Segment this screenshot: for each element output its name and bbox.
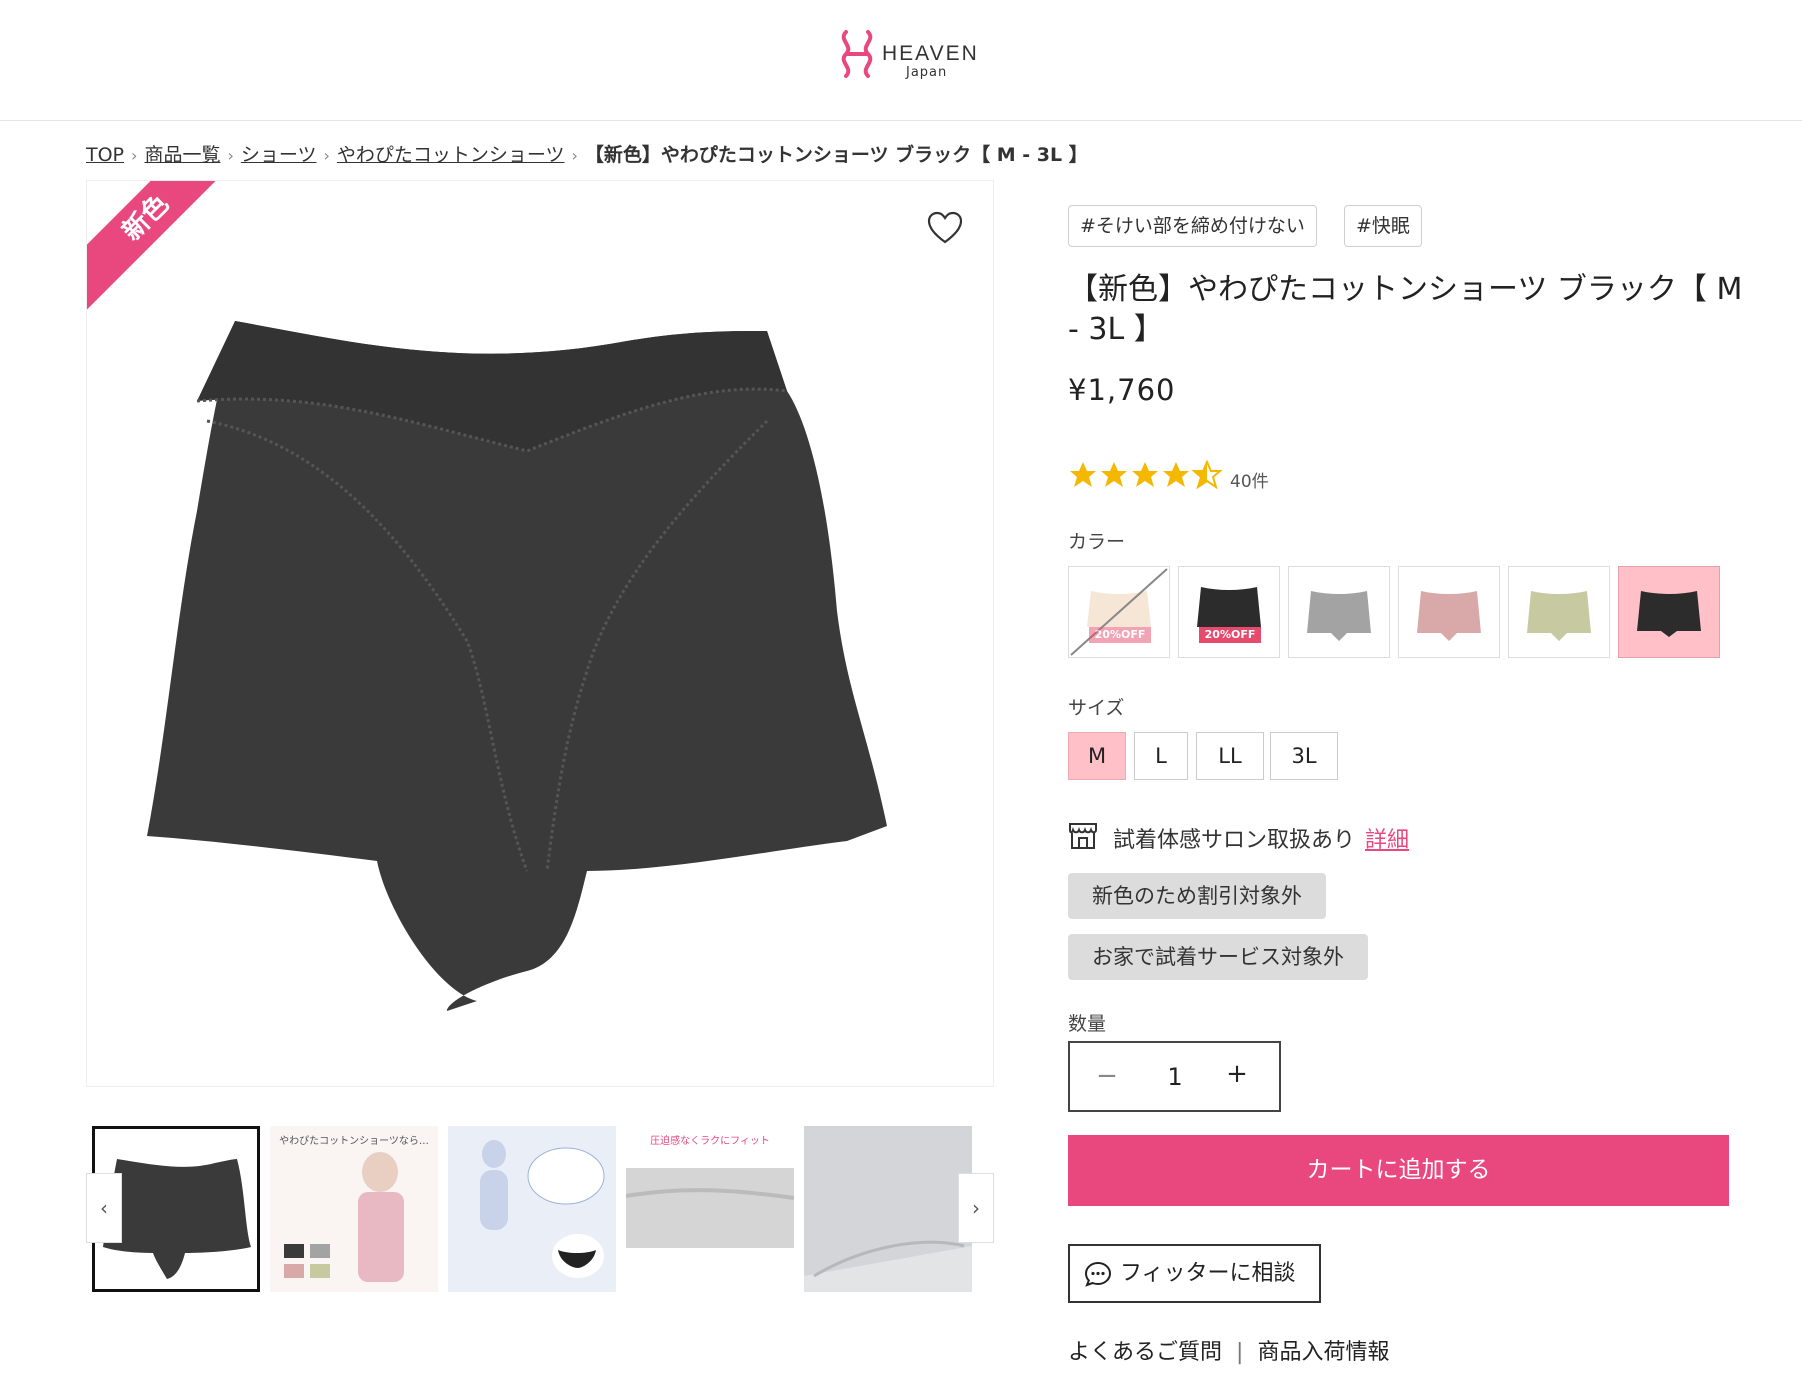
color-swatch-black-selected[interactable] (1618, 566, 1720, 658)
discount-badge: 20%OFF (1199, 627, 1261, 643)
thumbnail-model-image (284, 1152, 404, 1282)
logo-text: HEAVEN (882, 42, 979, 65)
rating-stars[interactable] (1068, 459, 1228, 493)
site-logo[interactable]: HEAVEN Japan (836, 26, 979, 84)
thumbnail-4[interactable]: 圧迫感なくラクにフィット (626, 1126, 794, 1292)
store-icon (1069, 823, 1097, 849)
quantity-input[interactable]: 1 (1155, 1063, 1195, 1091)
breadcrumb-yawapita[interactable]: やわぴたコットンショーツ (337, 144, 565, 166)
quantity-stepper: − 1 + (1068, 1041, 1281, 1112)
discount-badge: 20%OFF (1089, 627, 1151, 643)
star-icon (1132, 462, 1158, 487)
star-icon (1070, 462, 1096, 487)
main-product-image[interactable]: 新色 (86, 180, 994, 1087)
footer-links: よくあるご質問 | 商品入荷情報 (1068, 1334, 1389, 1366)
color-swatch-khaki[interactable] (1508, 566, 1610, 658)
notice-no-discount: 新色のため割引対象外 (1068, 873, 1326, 919)
swatch-pink-image (1417, 591, 1481, 641)
new-color-ribbon: 新色 (87, 181, 258, 330)
salon-detail-link[interactable]: 詳細 (1365, 828, 1409, 853)
breadcrumb-current: 【新色】やわぴたコットンショーツ ブラック【 M - 3L 】 (584, 144, 1088, 166)
breadcrumb-top[interactable]: TOP (86, 144, 124, 166)
product-title: 【新色】やわぴたコットンショーツ ブラック【 M - 3L 】 (1068, 272, 1743, 347)
size-option-m[interactable]: M (1068, 732, 1126, 780)
tag-kaimin[interactable]: #快眠 (1344, 205, 1422, 247)
tag-sokeibu[interactable]: #そけい部を締め付けない (1068, 205, 1317, 247)
heaven-logo-mark (841, 30, 873, 78)
star-icon (1101, 462, 1127, 487)
thumbnail-next-button[interactable]: › (958, 1173, 994, 1243)
quantity-label: 数量 (1068, 1013, 1107, 1035)
swatch-cream-image (1070, 568, 1168, 656)
thumbnail-fabric-image (626, 1168, 794, 1248)
thumbnail-2[interactable]: やわぴたコットンショーツなら… (270, 1126, 438, 1292)
logo-subtext: Japan (906, 65, 948, 80)
consult-fitter-label: フィッターに相談 (1120, 1261, 1296, 1286)
star-half-icon (1191, 459, 1223, 490)
quantity-increase-button[interactable]: + (1222, 1059, 1252, 1089)
breadcrumb-shorts[interactable]: ショーツ (241, 144, 317, 166)
size-label: サイズ (1068, 697, 1125, 719)
product-photo (147, 321, 887, 1011)
color-swatch-gray[interactable] (1288, 566, 1390, 658)
color-swatch-black[interactable]: 20%OFF (1178, 566, 1280, 658)
thumbnail-5[interactable] (804, 1126, 972, 1292)
review-count[interactable]: 40件 (1230, 467, 1269, 492)
add-to-cart-button[interactable]: カートに追加する (1068, 1135, 1729, 1206)
thumbnail-strip: やわぴたコットンショーツなら… 圧迫感なくラクにフィット (86, 1124, 994, 1294)
swatch-gray-image (1307, 591, 1371, 641)
swatch-khaki-image (1527, 591, 1591, 641)
salon-availability: 試着体感サロン取扱あり 詳細 (1113, 822, 1409, 854)
salon-text: 試着体感サロン取扱あり (1113, 828, 1356, 853)
consult-fitter-button[interactable]: フィッターに相談 (1068, 1244, 1321, 1303)
thumbnail-detail-image (804, 1126, 972, 1278)
quantity-decrease-button[interactable]: − (1092, 1061, 1122, 1091)
site-header: HEAVEN Japan (0, 0, 1802, 121)
color-label: カラー (1068, 531, 1126, 553)
size-option-l[interactable]: L (1134, 732, 1188, 780)
color-swatch-pink[interactable] (1398, 566, 1500, 658)
size-option-ll[interactable]: LL (1196, 732, 1264, 780)
restock-info-link[interactable]: 商品入荷情報 (1257, 1340, 1389, 1365)
breadcrumb-separator: › (227, 146, 234, 165)
thumbnail-prev-button[interactable]: ‹ (86, 1173, 122, 1243)
thumbnail-caption: 圧迫感なくラクにフィット (650, 1136, 770, 1147)
color-swatch-cream[interactable]: 20%OFF (1068, 566, 1170, 658)
chat-bubble-icon (1084, 1261, 1112, 1287)
thumbnail-caption: やわぴたコットンショーツなら… (279, 1136, 429, 1147)
size-option-3l[interactable]: 3L (1270, 732, 1338, 780)
star-icon (1163, 462, 1189, 487)
heart-icon[interactable] (927, 211, 963, 245)
product-price: ¥1,760 (1068, 373, 1176, 407)
thumbnail-3[interactable] (448, 1126, 616, 1292)
swatch-black-selected-image (1637, 591, 1701, 637)
breadcrumb-separator: › (131, 146, 138, 165)
breadcrumb-separator: › (571, 146, 578, 165)
thumbnail-diagram-image (480, 1140, 605, 1278)
notice-no-home-trial: お家で試着サービス対象外 (1068, 934, 1368, 980)
footer-divider: | (1236, 1340, 1244, 1365)
breadcrumb: TOP › 商品一覧 › ショーツ › やわぴたコットンショーツ › 【新色】やわぴたコットンシ… (86, 140, 1088, 167)
faq-link[interactable]: よくあるご質問 (1068, 1340, 1222, 1365)
swatch-black-image (1197, 587, 1261, 627)
breadcrumb-separator: › (323, 146, 330, 165)
breadcrumb-product-list[interactable]: 商品一覧 (144, 144, 220, 166)
